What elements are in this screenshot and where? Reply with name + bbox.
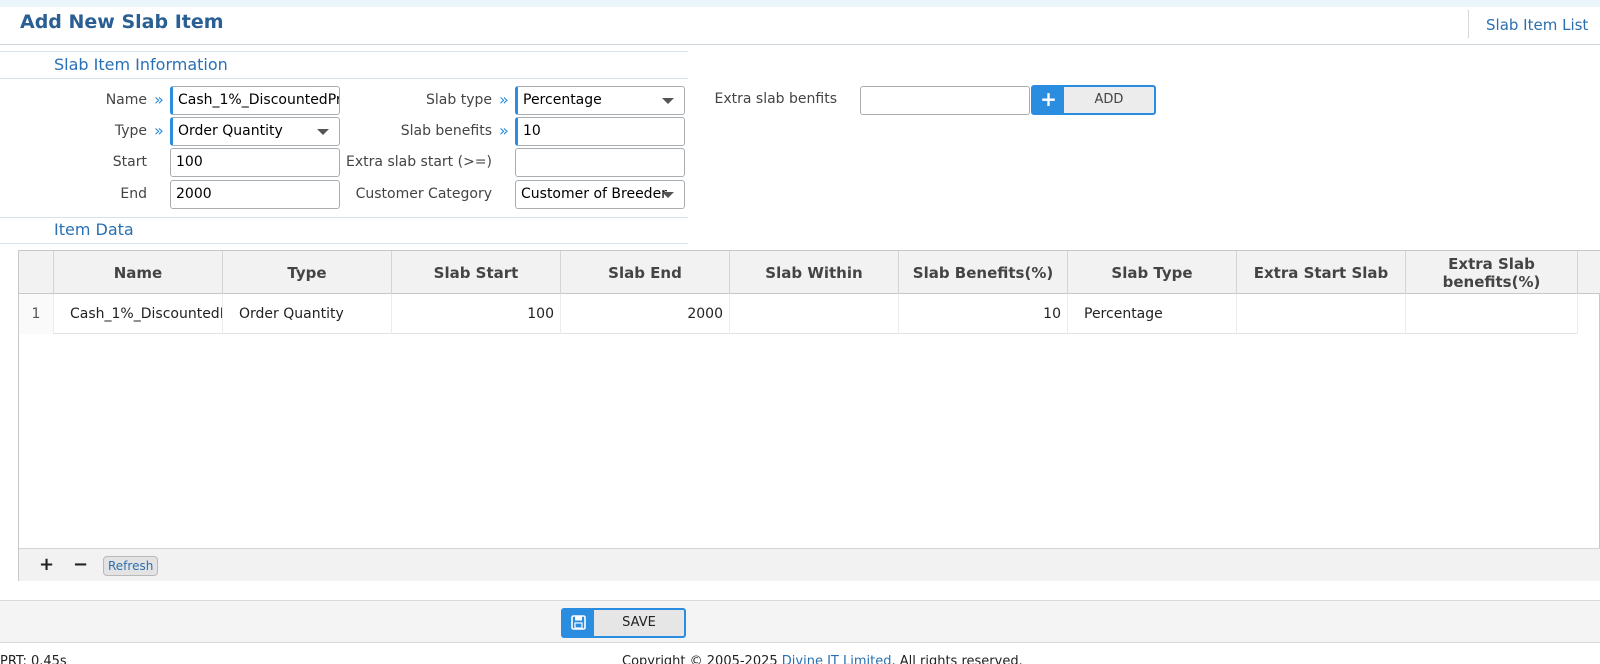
slab-item-list-link[interactable]: Slab Item List (1486, 16, 1588, 34)
floppy-disk-icon (563, 610, 594, 636)
cell-name[interactable]: Cash_1%_DiscountedP (54, 294, 223, 334)
required-icon: » (499, 90, 509, 109)
grid-footer: + − Refresh (19, 548, 1600, 581)
section-divider (0, 51, 688, 52)
name-field[interactable]: Cash_1%_DiscountedPr (170, 86, 340, 115)
column-header[interactable]: Slab Within (730, 251, 899, 294)
type-label: Type (114, 123, 147, 139)
slab-type-label: Slab type (426, 92, 492, 108)
caret-down-icon (317, 129, 329, 135)
cell-type[interactable]: Order Quantity (223, 294, 392, 334)
section-divider (0, 78, 688, 79)
company-link[interactable]: Divine IT Limited (782, 654, 892, 664)
refresh-button[interactable]: Refresh (103, 556, 159, 576)
row-number-header (19, 251, 54, 294)
add-button-label: ADD (1094, 92, 1124, 107)
top-strip (0, 0, 1600, 7)
section-title-item-data: Item Data (54, 220, 134, 239)
copyright-text: Copyright © 2005-2025 Divine IT Limited.… (622, 654, 1023, 664)
column-header[interactable]: Slab Start (392, 251, 561, 294)
cell-slab-benefits[interactable]: 10 (899, 294, 1068, 334)
page-header: Add New Slab Item Slab Item List (0, 7, 1600, 45)
customer-category-select[interactable]: Customer of Breeder (515, 180, 685, 209)
required-icon: » (154, 90, 164, 109)
item-data-grid: Name Type Slab Start Slab End Slab Withi… (18, 250, 1600, 581)
customer-category-label: Customer Category (355, 186, 492, 202)
extra-slab-start-field[interactable] (515, 148, 685, 177)
save-button-label: SAVE (622, 615, 656, 630)
section-divider (0, 217, 688, 218)
column-header[interactable]: Slab End (561, 251, 730, 294)
page-title: Add New Slab Item (20, 11, 224, 33)
page-render-time: PRT: 0.45s (0, 654, 67, 664)
add-row-icon[interactable]: + (39, 554, 54, 575)
caret-down-icon (662, 98, 674, 104)
cell-extra-start-slab[interactable] (1237, 294, 1406, 334)
start-field[interactable]: 100 (170, 148, 340, 177)
cell-slab-type[interactable]: Percentage (1068, 294, 1237, 334)
save-button[interactable]: SAVE (561, 608, 686, 638)
cell-extra-slab-benefits[interactable] (1406, 294, 1578, 334)
cell-slab-within[interactable] (730, 294, 899, 334)
section-divider (0, 243, 688, 244)
extra-slab-benefits-field[interactable] (860, 86, 1030, 115)
end-field[interactable]: 2000 (170, 180, 340, 209)
name-label: Name (105, 92, 147, 108)
section-title-info: Slab Item Information (54, 55, 228, 74)
type-select[interactable]: Order Quantity (170, 117, 340, 146)
extra-slab-start-label: Extra slab start (>=) (346, 154, 492, 170)
extra-slab-benefits-label: Extra slab benfits (714, 91, 837, 107)
header-divider (1468, 10, 1469, 38)
slab-type-select[interactable]: Percentage (515, 86, 685, 115)
table-row[interactable]: 1 Cash_1%_DiscountedP Order Quantity 100… (19, 294, 1578, 334)
caret-down-icon (662, 192, 674, 198)
plus-icon: + (1033, 87, 1064, 113)
page-footer: PRT: 0.45s Copyright © 2005-2025 Divine … (0, 652, 1600, 664)
required-icon: » (499, 121, 509, 140)
column-header[interactable]: Name (54, 251, 223, 294)
save-bar: SAVE (0, 600, 1600, 643)
add-button[interactable]: + ADD (1031, 85, 1156, 115)
row-number: 1 (19, 294, 54, 334)
start-label: Start (112, 154, 147, 170)
slab-benefits-field[interactable]: 10 (515, 117, 685, 146)
column-header[interactable]: Extra Slab benefits(%) (1406, 251, 1578, 294)
column-header[interactable]: Slab Benefits(%) (899, 251, 1068, 294)
remove-row-icon[interactable]: − (73, 554, 88, 575)
cell-slab-start[interactable]: 100 (392, 294, 561, 334)
column-header[interactable]: Extra Start Slab (1237, 251, 1406, 294)
column-header[interactable]: Slab Type (1068, 251, 1237, 294)
required-icon: » (154, 121, 164, 140)
slab-benefits-label: Slab benefits (400, 123, 492, 139)
grid-header: Name Type Slab Start Slab End Slab Withi… (19, 251, 1600, 294)
cell-slab-end[interactable]: 2000 (561, 294, 730, 334)
end-label: End (120, 186, 147, 202)
column-header[interactable]: Type (223, 251, 392, 294)
